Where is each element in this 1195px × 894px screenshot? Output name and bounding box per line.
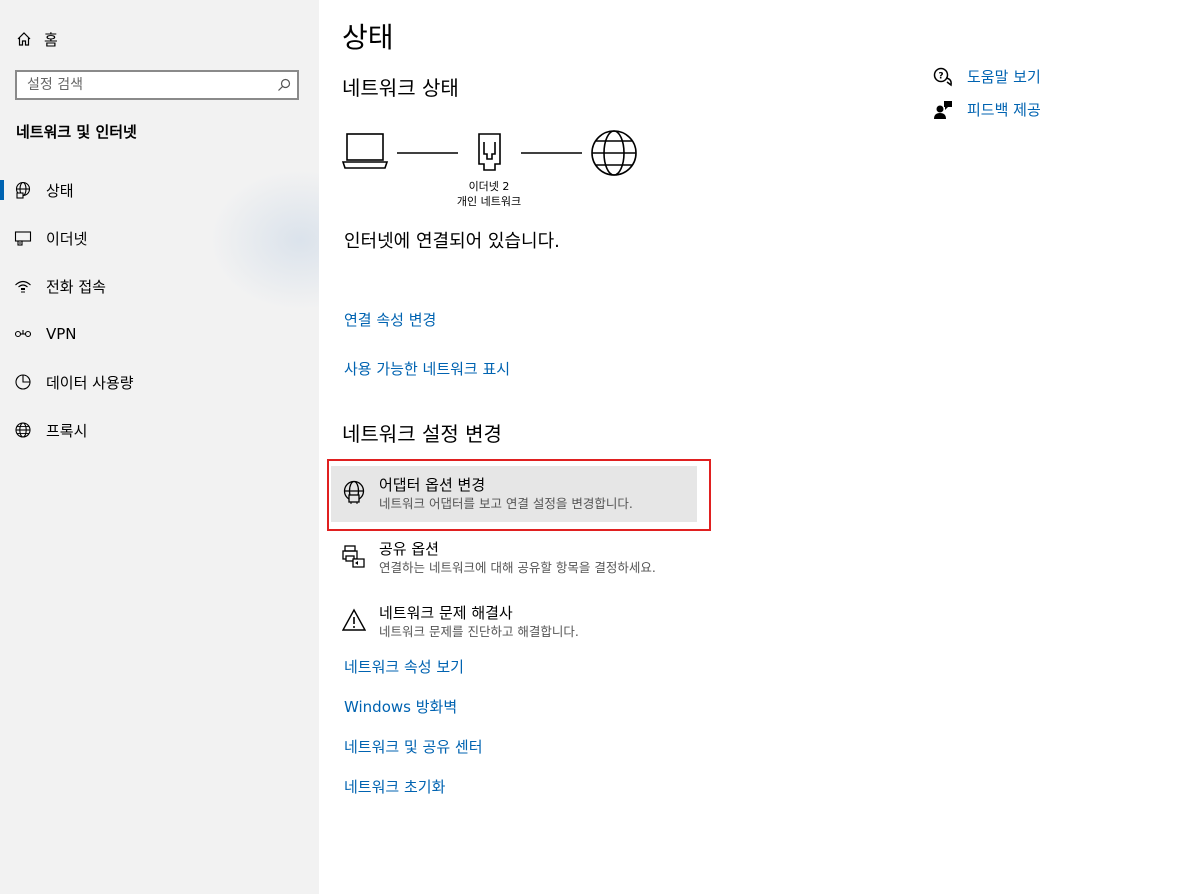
adapter-name: 이더넷 2 (468, 180, 510, 193)
proxy-globe-icon (14, 421, 32, 439)
sidebar-item-dial-up[interactable]: 전화 접속 (0, 266, 319, 306)
globe-status-icon (14, 181, 32, 199)
option-description: 연결하는 네트워크에 대해 공유할 항목을 결정하세요. (379, 560, 656, 575)
help-label: 도움말 보기 (967, 68, 1041, 86)
feedback-label: 피드백 제공 (967, 101, 1041, 119)
search-icon[interactable] (271, 78, 297, 92)
change-connection-properties-link[interactable]: 연결 속성 변경 (344, 309, 436, 330)
sidebar-item-label: 프록시 (46, 421, 88, 440)
network-type: 개인 네트워크 (456, 195, 522, 208)
warning-triangle-icon (341, 607, 367, 633)
vpn-icon (14, 325, 32, 343)
svg-text:?: ? (938, 71, 943, 81)
ethernet-port-icon (478, 133, 501, 171)
sidebar-item-proxy[interactable]: 프록시 (0, 410, 319, 450)
sidebar-item-status[interactable]: 상태 (0, 170, 319, 210)
home-label: 홈 (44, 30, 58, 49)
main-content: 상태 네트워크 상태 이더넷 2 개인 네트워크 인터넷에 연결되어 있습니다.… (319, 0, 1195, 894)
network-reset-link[interactable]: 네트워크 초기화 (344, 776, 445, 797)
sidebar-item-label: VPN (46, 325, 77, 343)
sidebar-item-label: 데이터 사용량 (46, 373, 134, 392)
page-title: 상태 (342, 21, 394, 54)
get-help-link[interactable]: ? 도움말 보기 (933, 66, 1041, 87)
section-title: 네트워크 및 인터넷 (16, 123, 137, 141)
option-description: 네트워크 문제를 진단하고 해결합니다. (379, 624, 579, 639)
search-input[interactable] (17, 72, 271, 98)
network-status-heading: 네트워크 상태 (342, 76, 459, 100)
change-settings-heading: 네트워크 설정 변경 (342, 422, 502, 446)
active-indicator (0, 180, 4, 200)
option-title: 네트워크 문제 해결사 (379, 604, 513, 622)
option-description: 네트워크 어댑터를 보고 연결 설정을 변경합니다. (379, 496, 633, 511)
sidebar-item-data-usage[interactable]: 데이터 사용량 (0, 362, 319, 402)
option-title: 공유 옵션 (379, 540, 439, 558)
show-available-networks-link[interactable]: 사용 가능한 네트워크 표시 (344, 358, 510, 379)
view-network-properties-link[interactable]: 네트워크 속성 보기 (344, 656, 464, 677)
data-usage-icon (14, 373, 32, 391)
sidebar-item-label: 이더넷 (46, 229, 88, 248)
sidebar: 홈 네트워크 및 인터넷 상태 이더넷 전화 접속 VPN (0, 0, 319, 894)
home-button[interactable]: 홈 (16, 28, 58, 50)
network-sharing-center-link[interactable]: 네트워크 및 공유 센터 (344, 736, 483, 757)
adapter-globe-icon (341, 479, 367, 505)
ethernet-icon (14, 229, 32, 247)
laptop-icon (342, 133, 389, 169)
help-chat-icon: ? (933, 67, 953, 87)
sharing-options[interactable]: 공유 옵션 연결하는 네트워크에 대해 공유할 항목을 결정하세요. (331, 530, 697, 586)
sharing-printer-icon (341, 543, 367, 569)
change-adapter-options[interactable]: 어댑터 옵션 변경 네트워크 어댑터를 보고 연결 설정을 변경합니다. (331, 466, 697, 522)
home-icon (17, 32, 31, 46)
give-feedback-link[interactable]: 피드백 제공 (933, 99, 1041, 120)
network-troubleshooter[interactable]: 네트워크 문제 해결사 네트워크 문제를 진단하고 해결합니다. (331, 594, 697, 650)
sidebar-item-ethernet[interactable]: 이더넷 (0, 218, 319, 258)
sidebar-item-vpn[interactable]: VPN (0, 314, 319, 354)
sidebar-item-label: 전화 접속 (46, 277, 106, 296)
internet-globe-icon (591, 130, 637, 176)
windows-firewall-link[interactable]: Windows 방화벽 (344, 696, 457, 717)
network-diagram (342, 130, 637, 176)
dial-up-icon (14, 277, 32, 295)
option-title: 어댑터 옵션 변경 (379, 476, 486, 494)
feedback-person-icon (933, 100, 953, 120)
settings-search[interactable] (15, 70, 299, 100)
sidebar-item-label: 상태 (46, 181, 74, 200)
connection-status-text: 인터넷에 연결되어 있습니다. (344, 231, 560, 252)
